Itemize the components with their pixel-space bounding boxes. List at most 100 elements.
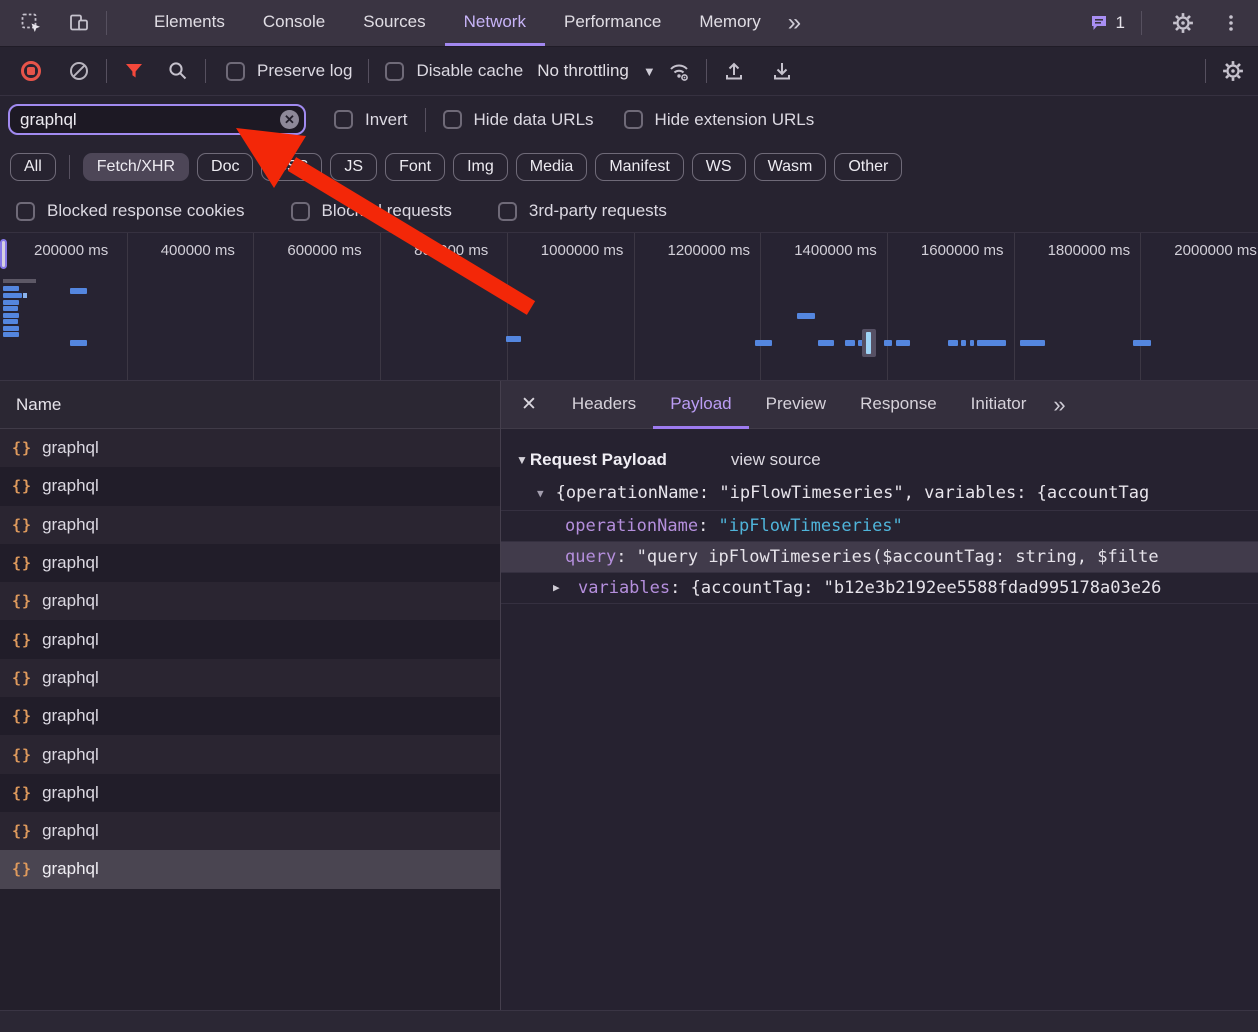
chip-media[interactable]: Media [516,153,588,181]
tab-sources[interactable]: Sources [344,0,444,46]
request-name: graphql [42,630,99,650]
json-braces-icon: {} [12,746,32,764]
json-braces-icon: {} [12,707,32,725]
settings-gear-icon[interactable] [1166,6,1200,40]
chip-manifest[interactable]: Manifest [595,153,683,181]
3rd-party-requests-checkbox[interactable] [498,202,517,221]
request-row[interactable]: {} graphql [0,774,500,812]
waterfall-bar [797,313,815,319]
timeline-gridline [380,233,381,380]
json-braces-icon: {} [12,784,32,802]
request-row[interactable]: {}graphql [0,467,500,505]
separator [706,59,707,83]
disable-cache-checkbox[interactable] [385,62,404,81]
separator [69,155,70,179]
overview-drag-handle[interactable] [0,239,7,269]
filter-input[interactable] [8,104,306,135]
view-source-link[interactable]: view source [731,450,821,470]
devtools-window: ElementsConsoleSourcesNetworkPerformance… [0,0,1258,1032]
chip-ws[interactable]: WS [692,153,746,181]
request-name: graphql [42,859,99,879]
blocked-requests-checkbox[interactable] [291,202,310,221]
throttling-select[interactable]: No throttling ▼ [537,61,656,81]
preserve-log-checkbox[interactable] [226,62,245,81]
invert-checkbox[interactable] [334,110,353,129]
tab-memory[interactable]: Memory [680,0,779,46]
chip-font[interactable]: Font [385,153,445,181]
payload-value: "query ipFlowTimeseries($accountTag: str… [637,547,1159,567]
collapse-triangle-icon[interactable]: ▼ [516,453,528,467]
tab-performance[interactable]: Performance [545,0,680,46]
request-row[interactable]: {}graphql [0,582,500,620]
waterfall-bar [884,340,892,346]
hide-data-urls-label: Hide data URLs [474,110,594,130]
device-toolbar-icon[interactable] [62,6,96,40]
search-icon[interactable] [161,54,195,88]
export-har-icon[interactable] [765,54,799,88]
payload-key: operationName [565,516,698,536]
status-bar [0,1010,1258,1032]
hide-extension-urls-checkbox[interactable] [624,110,643,129]
issues-counter[interactable]: 1 [1083,13,1131,33]
payload-colon: : [616,547,636,567]
more-panels-icon[interactable]: » [780,3,809,43]
request-row[interactable]: {}graphql [0,544,500,582]
record-network-log-button[interactable] [14,54,48,88]
timeline-tick-label: 1400000 ms [794,242,877,259]
message-bubble-icon [1089,13,1109,33]
chip-wasm[interactable]: Wasm [754,153,827,181]
detail-tab-response[interactable]: Response [843,381,954,429]
tab-console[interactable]: Console [244,0,344,46]
request-row[interactable]: {}graphql [0,506,500,544]
detail-tab-preview[interactable]: Preview [749,381,843,429]
request-name: graphql [42,783,99,803]
chip-img[interactable]: Img [453,153,508,181]
payload-object-preview[interactable]: ▼ {operationName: "ipFlowTimeseries", va… [501,476,1258,510]
waterfall-bar [3,300,19,305]
tab-network[interactable]: Network [445,0,545,46]
kebab-menu-icon[interactable] [1214,6,1248,40]
expand-triangle-icon[interactable]: ▶ [553,573,560,603]
tab-elements[interactable]: Elements [135,0,244,46]
network-settings-gear-icon[interactable] [1216,54,1250,88]
hide-data-urls-checkbox[interactable] [443,110,462,129]
waterfall-bar [977,340,1006,346]
detail-tab-payload[interactable]: Payload [653,381,748,429]
detail-tabs: ✕ HeadersPayloadPreviewResponseInitiator… [501,381,1258,429]
request-row[interactable]: {}graphql [0,659,500,697]
close-icon[interactable]: ✕ [501,393,555,416]
waterfall-bar [70,340,87,346]
advanced-filters: Blocked response cookiesBlocked requests… [0,190,1258,233]
clear-filter-icon[interactable]: ✕ [280,110,299,129]
chip-js[interactable]: JS [330,153,377,181]
request-row[interactable]: {}graphql [0,697,500,735]
network-overview-timeline[interactable]: 200000 ms400000 ms600000 ms800000 ms1000… [0,233,1258,381]
detail-tab-headers[interactable]: Headers [555,381,653,429]
request-name: graphql [42,553,99,573]
detail-tab-initiator[interactable]: Initiator [954,381,1044,429]
request-details-panel: ✕ HeadersPayloadPreviewResponseInitiator… [501,381,1258,1010]
network-conditions-icon[interactable] [662,54,696,88]
clear-network-log-button[interactable] [62,54,96,88]
chip-css[interactable]: CSS [261,153,322,181]
payload-section-title: Request Payload [530,450,667,470]
waterfall-bar [506,336,521,342]
import-har-icon[interactable] [717,54,751,88]
chip-all[interactable]: All [10,153,56,181]
request-row[interactable]: {}graphql [0,620,500,658]
inspect-element-icon[interactable] [14,6,48,40]
chip-fetch-xhr[interactable]: Fetch/XHR [83,153,189,181]
name-column-header[interactable]: Name [0,381,500,429]
request-row[interactable]: {}graphql [0,850,500,888]
request-row[interactable]: {}graphql [0,735,500,773]
filter-icon[interactable] [117,54,151,88]
chip-doc[interactable]: Doc [197,153,253,181]
chevron-down-icon: ▼ [643,64,656,79]
payload-key: variables [578,578,670,598]
request-row[interactable]: {}graphql [0,429,500,467]
more-detail-tabs-icon[interactable]: » [1043,392,1075,418]
timeline-gridline [887,233,888,380]
chip-other[interactable]: Other [834,153,902,181]
request-row[interactable]: {}graphql [0,812,500,850]
blocked-response-cookies-checkbox[interactable] [16,202,35,221]
